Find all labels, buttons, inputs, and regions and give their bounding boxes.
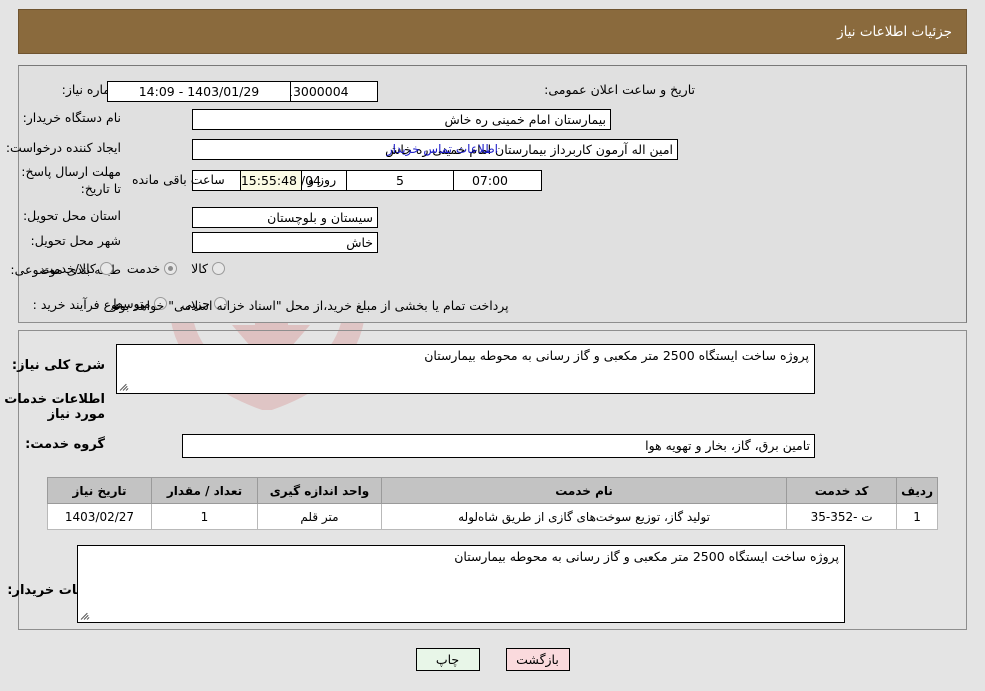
buyer-notes-value: پروژه ساخت ایستگاه 2500 متر مکعبی و گاز … [454,549,839,564]
category-option-2[interactable]: کالا/خدمت [27,261,113,276]
treasury-note: پرداخت تمام یا بخشی از مبلغ خرید،از محل … [110,298,509,313]
category-radio-group: کالا خدمت کالا/خدمت [27,261,225,276]
province-label-wrap: استان محل تحویل: [23,208,121,223]
buyer-org-field[interactable]: بیمارستان امام خمینی ره خاش [192,109,611,130]
public-announce-label: تاریخ و ساعت اعلان عمومی: [544,82,695,97]
category-option-1[interactable]: خدمت [113,261,178,276]
requester-label: ایجاد کننده درخواست: [5,140,121,155]
category-radio-label-2: کالا/خدمت [41,261,96,276]
buyer-notes-textarea[interactable]: پروژه ساخت ایستگاه 2500 متر مکعبی و گاز … [77,545,845,623]
service-group-label: گروه خدمت: [25,437,105,452]
page-root: AriaTender.net جزئیات اطلاعات نیاز شماره… [0,0,985,691]
deadline-label: مهلت ارسال پاسخ: تا تاریخ: [21,164,121,196]
province-label: استان محل تحویل: [22,208,121,223]
service-group-field[interactable]: تامین برق، گاز، بخار و تهویه هوا [182,434,815,458]
back-button[interactable]: بازگشت [505,648,570,671]
category-radio-label-0: کالا [191,261,208,276]
category-option-0[interactable]: کالا [177,261,225,276]
deadline-days-field[interactable]: 5 [346,170,454,191]
buyer-org-label: نام دستگاه خریدار: [22,110,121,125]
category-radio-2[interactable] [99,262,113,275]
deadline-days-label: روز و [308,172,337,187]
general-desc-label: شرح کلی نیاز: [11,358,105,373]
general-desc-textarea[interactable]: پروژه ساخت ایستگاه 2500 متر مکعبی و گاز … [116,344,815,394]
public-announce-field[interactable]: 1403/01/29 - 14:09 [107,81,291,102]
need-info-panel [18,65,967,323]
print-button[interactable]: چاپ [415,648,480,671]
category-radio-label-1: خدمت [126,261,161,276]
general-desc-value: پروژه ساخت ایستگاه 2500 متر مکعبی و گاز … [424,348,809,363]
province-field[interactable]: سیستان و بلوچستان [192,207,378,228]
buyer-contact-link[interactable]: اطلاعات تماس خریدار [195,142,498,156]
footer-buttons: بازگشت چاپ [0,648,985,671]
requester-label-wrap: ایجاد کننده درخواست: [6,140,121,155]
resize-grip-icon-2[interactable] [80,610,91,620]
city-field[interactable]: خاش [192,232,378,253]
city-label-wrap: شهر محل تحویل: [31,233,121,248]
resize-grip-icon[interactable] [119,381,130,391]
services-heading: اطلاعات خدمات مورد نیاز [4,392,105,422]
buyer-org-label-wrap: نام دستگاه خریدار: [23,110,121,125]
category-radio-0[interactable] [212,262,225,275]
public-announce-label-wrap: تاریخ و ساعت اعلان عمومی: [544,82,695,97]
page-title: جزئیات اطلاعات نیاز [837,23,952,40]
deadline-remaining-field[interactable]: 15:55:48 [240,170,302,191]
category-radio-1[interactable] [164,262,178,275]
deadline-label-wrap: مهلت ارسال پاسخ: تا تاریخ: [11,163,121,197]
deadline-remaining-label: ساعت باقی مانده [132,172,225,187]
page-header: جزئیات اطلاعات نیاز [18,9,967,54]
city-label: شهر محل تحویل: [30,233,121,248]
